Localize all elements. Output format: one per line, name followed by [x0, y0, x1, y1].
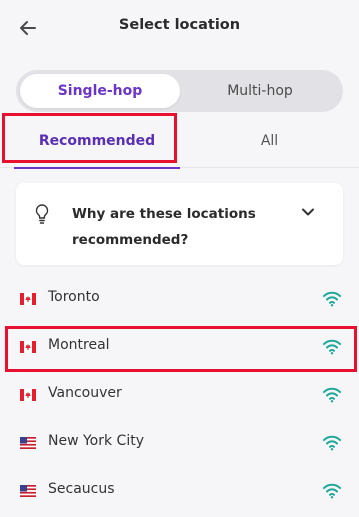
location-row-montreal[interactable]: Montreal: [0, 323, 359, 371]
hop-toggle: Single-hop Multi-hop: [16, 70, 343, 112]
wifi-signal-icon: [323, 483, 341, 499]
single-hop-button[interactable]: Single-hop: [20, 74, 180, 108]
recommendation-info-card[interactable]: Why are these locations recommended?: [16, 183, 343, 265]
multi-hop-button[interactable]: Multi-hop: [180, 74, 340, 108]
page-title: Select location: [118, 17, 241, 33]
location-city-name: Secaucus: [48, 481, 115, 497]
location-tabs: Recommended All: [0, 114, 359, 169]
location-city-name: Montreal: [48, 337, 110, 353]
location-row-vancouver[interactable]: Vancouver: [0, 371, 359, 419]
canada-flag-icon: [20, 293, 36, 305]
wifi-signal-icon: [323, 339, 341, 355]
wifi-signal-icon: [323, 435, 341, 451]
location-city-name: New York City: [48, 433, 144, 449]
header: Select location: [0, 0, 359, 56]
chevron-down-icon[interactable]: [299, 203, 317, 221]
canada-flag-icon: [20, 389, 36, 401]
canada-flag-icon: [20, 341, 36, 353]
tab-all[interactable]: All: [180, 114, 359, 168]
location-row-new-york-city[interactable]: New York City: [0, 419, 359, 467]
location-row-toronto[interactable]: Toronto: [0, 275, 359, 323]
wifi-signal-icon: [323, 291, 341, 307]
usa-flag-icon: [20, 485, 36, 497]
info-card-text: Why are these locations recommended?: [72, 206, 256, 248]
location-city-name: Vancouver: [48, 385, 122, 401]
wifi-signal-icon: [323, 387, 341, 403]
location-row-secaucus[interactable]: Secaucus: [0, 467, 359, 515]
lightbulb-icon: [35, 204, 49, 224]
tab-recommended[interactable]: Recommended: [14, 114, 180, 169]
location-city-name: Toronto: [48, 289, 100, 305]
usa-flag-icon: [20, 437, 36, 449]
